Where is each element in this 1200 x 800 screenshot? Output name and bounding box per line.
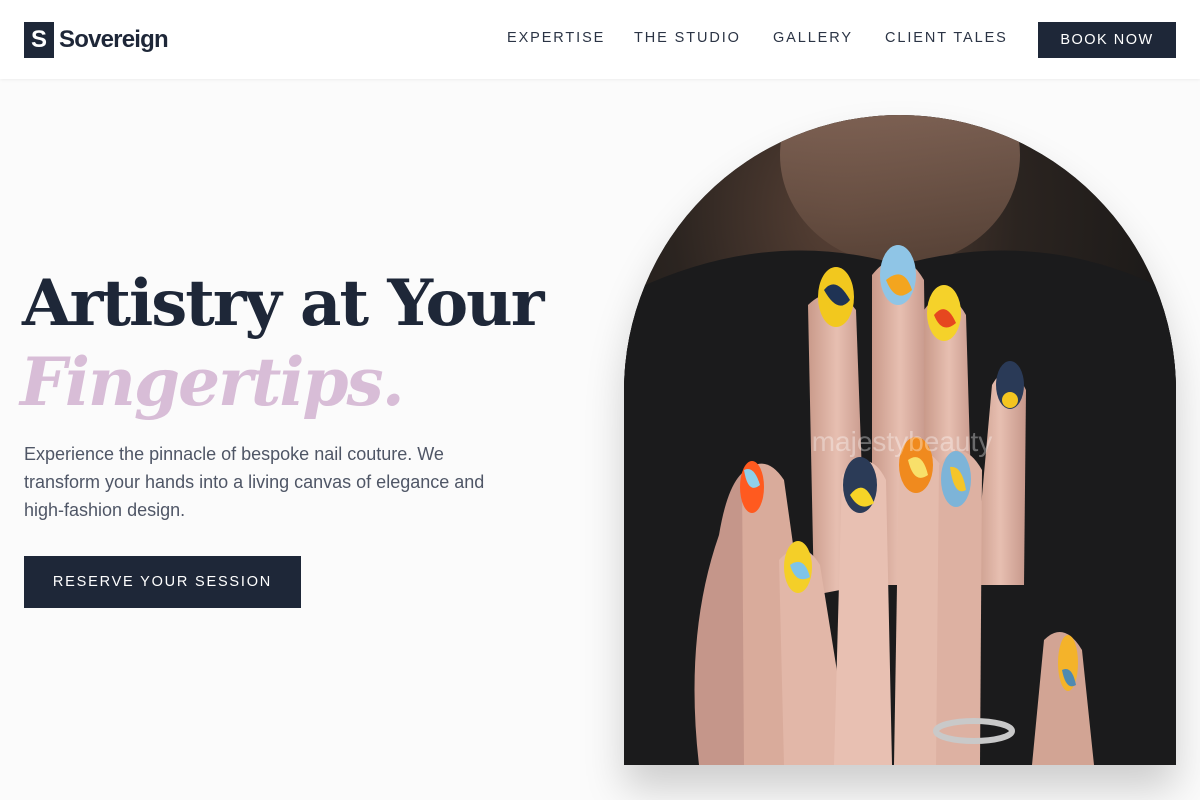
- image-watermark: majestybeauty: [812, 426, 993, 457]
- nav-link-the-studio[interactable]: THE STUDIO: [634, 30, 741, 46]
- hero-title: Artistry at Your: [22, 266, 544, 341]
- main-nav: EXPERTISE THE STUDIO GALLERY CLIENT TALE…: [0, 0, 1200, 79]
- manicured-hands-image: majestybeauty: [624, 115, 1176, 765]
- hero-description: Experience the pinnacle of bespoke nail …: [24, 444, 485, 520]
- nav-link-client-tales[interactable]: CLIENT TALES: [885, 30, 1008, 46]
- hero-title-accent: Fingertips.: [20, 343, 405, 421]
- reserve-session-button[interactable]: RESERVE YOUR SESSION: [24, 556, 301, 608]
- hero-image: majestybeauty: [624, 115, 1176, 765]
- nav-link-gallery[interactable]: GALLERY: [773, 30, 853, 46]
- site-header: S Sovereign EXPERTISE THE STUDIO GALLERY…: [0, 0, 1200, 79]
- nav-link-expertise[interactable]: EXPERTISE: [507, 30, 605, 46]
- book-now-button[interactable]: BOOK NOW: [1038, 22, 1176, 58]
